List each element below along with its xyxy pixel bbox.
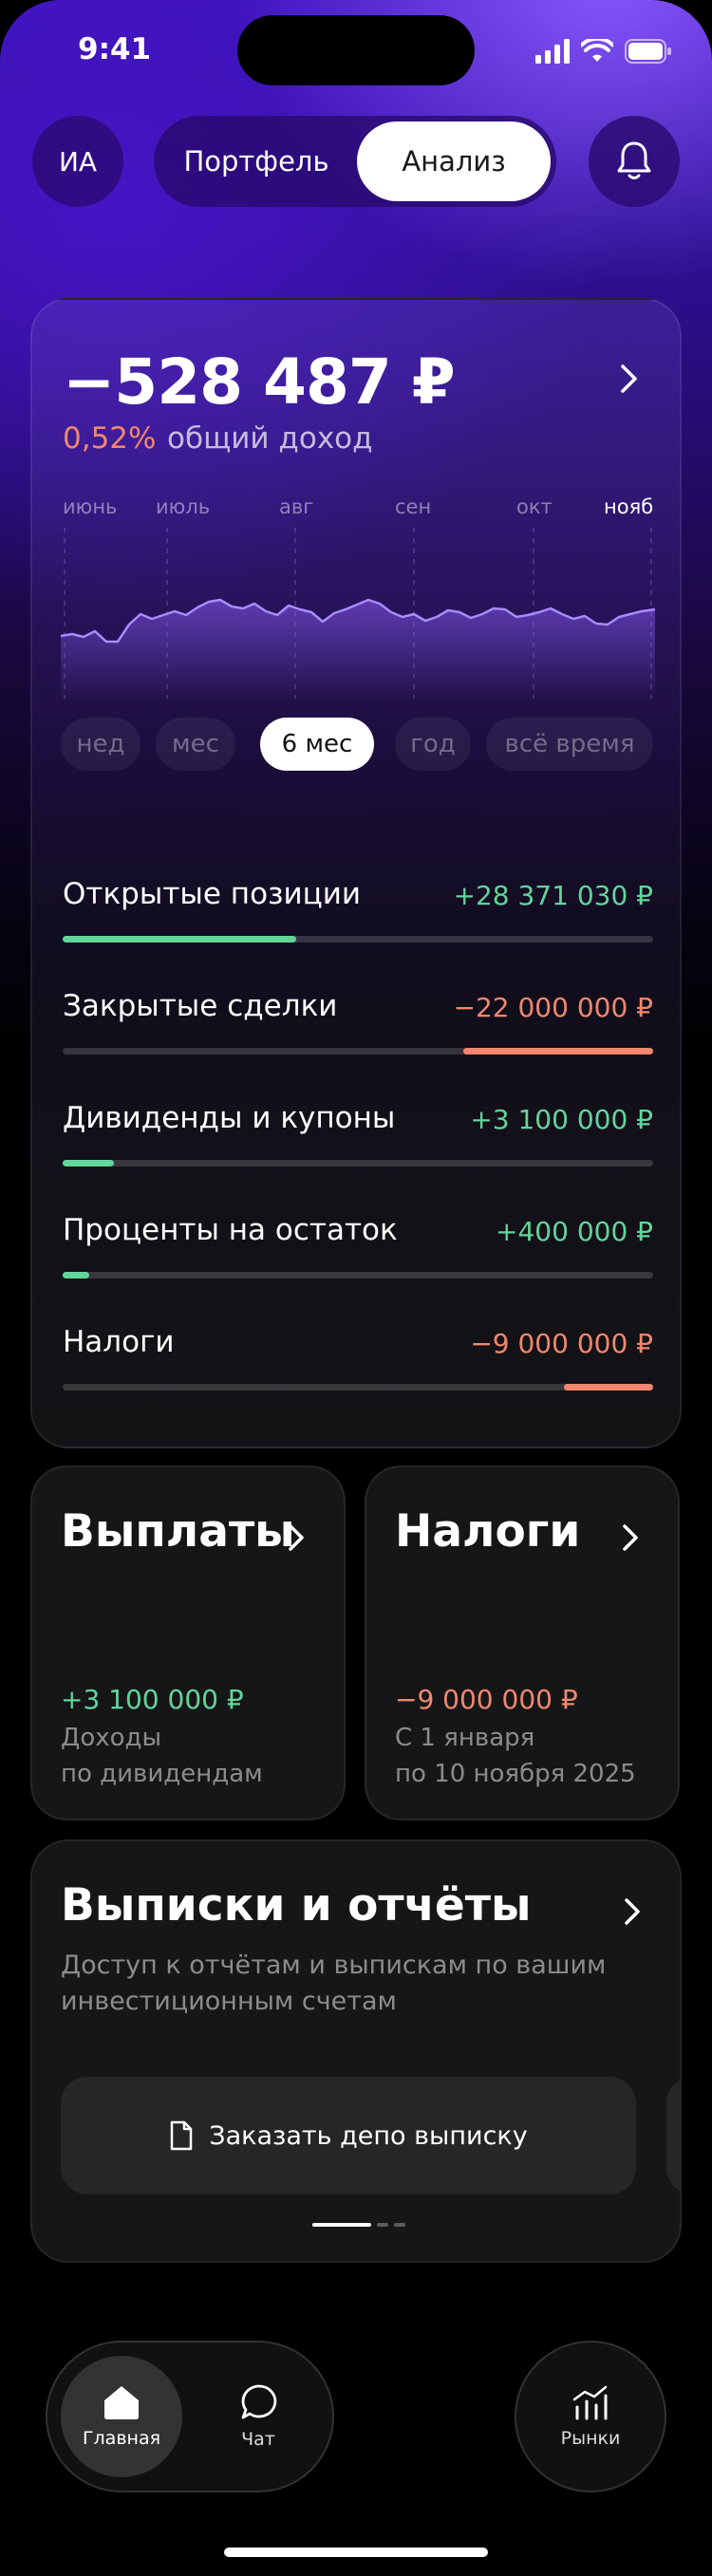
metric-bar-track (63, 1048, 653, 1055)
pagination-dot (394, 2223, 405, 2227)
tab-analysis[interactable]: Анализ (357, 121, 551, 201)
income-percent-label: общий доход (167, 421, 373, 456)
order-button-label: Заказать депо выписку (209, 2120, 528, 2151)
segmented-control: Портфель Анализ (154, 116, 556, 207)
metric-value: +3 100 000 ₽ (470, 1104, 653, 1135)
metric-value: +400 000 ₽ (496, 1216, 653, 1247)
metric-bar-fill (63, 936, 296, 943)
reports-description: Доступ к отчётам и выпискам по вашим инв… (61, 1951, 607, 2016)
tab-chat[interactable]: Чат (197, 2356, 319, 2477)
metric-closed-deals[interactable]: Закрытые сделки −22 000 000 ₽ (63, 989, 653, 1065)
status-time: 9:41 (78, 32, 152, 66)
payouts-amount: +3 100 000 ₽ (61, 1684, 244, 1715)
taxes-subtitle-line: по 10 ноября 2025 (395, 1760, 636, 1788)
next-action-card-peek[interactable] (666, 2077, 680, 2194)
metric-taxes[interactable]: Налоги −9 000 000 ₽ (63, 1325, 653, 1401)
taxes-title: Налоги (395, 1505, 581, 1558)
chevron-right-icon[interactable] (623, 1896, 642, 1927)
income-percent: 0,52% (63, 421, 157, 456)
metric-label: Дивиденды и купоны (63, 1101, 396, 1135)
metric-bar-track (63, 1160, 653, 1167)
status-icons (535, 34, 672, 68)
chart-month-label: июль (156, 495, 210, 518)
chevron-right-icon (623, 1524, 638, 1551)
metric-bar-fill (463, 1048, 653, 1055)
chart-month-label: окт (516, 495, 553, 518)
notifications-button[interactable] (589, 116, 680, 207)
reports-card: Выписки и отчёты Доступ к отчётам и выпи… (30, 1839, 682, 2263)
order-depo-statement-button[interactable]: Заказать депо выписку (61, 2077, 636, 2194)
metric-open-positions[interactable]: Открытые позиции +28 371 030 ₽ (63, 877, 653, 953)
income-summary-card: −528 487 ₽ 0,52% общий доход июнь июль а… (30, 298, 682, 1448)
metric-bar-fill (63, 1160, 114, 1167)
avatar-initials: ИА (58, 145, 98, 177)
home-indicator[interactable] (224, 2548, 488, 2557)
metric-bar-track (63, 1272, 653, 1279)
app-screen: 9:41 ИА Портфель Анализ −528 487 ₽ 0,52%… (0, 0, 712, 2576)
metric-dividends-coupons[interactable]: Дивиденды и купоны +3 100 000 ₽ (63, 1101, 653, 1177)
metric-value: −9 000 000 ₽ (470, 1328, 653, 1359)
metric-bar-track (63, 1384, 653, 1391)
tab-bar: Главная Чат (46, 2341, 334, 2492)
chevron-right-icon[interactable] (619, 363, 640, 395)
payouts-title: Выплаты (61, 1505, 295, 1558)
payouts-subtitle: Доходы по дивидендам (61, 1720, 263, 1792)
wifi-icon (581, 39, 613, 62)
payouts-card[interactable]: Выплаты +3 100 000 ₽ Доходы по дивиденда… (30, 1465, 346, 1820)
dynamic-island (237, 15, 475, 85)
metric-interest-on-balance[interactable]: Проценты на остаток +400 000 ₽ (63, 1213, 653, 1289)
metric-bar-fill (63, 1272, 89, 1279)
chart-month-label-active: нояб (604, 495, 653, 518)
pagination-dot (377, 2223, 388, 2227)
chat-icon (241, 2384, 277, 2419)
chart-month-label: авг (279, 495, 313, 518)
taxes-subtitle-line: С 1 января (395, 1724, 535, 1752)
metric-value: −22 000 000 ₽ (453, 992, 654, 1023)
metric-label: Налоги (63, 1325, 175, 1359)
tab-chat-label: Чат (241, 2429, 275, 2450)
metric-bar-track (63, 936, 653, 943)
metric-label: Проценты на остаток (63, 1213, 398, 1247)
home-icon (104, 2386, 139, 2419)
tab-markets[interactable]: Рынки (515, 2341, 666, 2492)
period-month[interactable]: мес (156, 718, 235, 771)
payouts-subtitle-line: Доходы (61, 1724, 162, 1752)
metric-bar-fill (564, 1384, 653, 1391)
metric-label: Открытые позиции (63, 877, 362, 911)
avatar[interactable]: ИА (32, 116, 123, 207)
period-selector: нед мес 6 мес год всё время (61, 718, 653, 771)
total-income: −528 487 ₽ (63, 345, 456, 419)
chart-month-label: сен (395, 495, 431, 518)
tab-portfolio[interactable]: Портфель (159, 121, 353, 201)
carousel-pagination (312, 2223, 405, 2227)
period-6-months[interactable]: 6 мес (260, 718, 374, 771)
period-all-time[interactable]: всё время (486, 718, 653, 771)
battery-icon (625, 39, 671, 64)
tab-home-label: Главная (82, 2428, 161, 2449)
period-year[interactable]: год (395, 718, 471, 771)
tab-markets-label: Рынки (560, 2428, 621, 2449)
taxes-card[interactable]: Налоги −9 000 000 ₽ С 1 января по 10 ноя… (365, 1465, 680, 1820)
chevron-right-icon (289, 1524, 304, 1551)
income-chart[interactable]: июнь июль авг сен окт нояб (61, 490, 655, 699)
taxes-amount: −9 000 000 ₽ (395, 1684, 578, 1715)
bell-icon (617, 141, 651, 179)
reports-title: Выписки и отчёты (61, 1879, 532, 1932)
metric-label: Закрытые сделки (63, 989, 338, 1023)
metric-value: +28 371 030 ₽ (453, 880, 654, 911)
period-week[interactable]: нед (61, 718, 141, 771)
pagination-dot-active (312, 2223, 371, 2227)
tab-home[interactable]: Главная (61, 2356, 182, 2477)
document-icon (171, 2120, 193, 2151)
payouts-subtitle-line: по дивидендам (61, 1760, 263, 1788)
chart-month-label: июнь (63, 495, 117, 518)
signal-icon (535, 39, 570, 64)
taxes-subtitle: С 1 января по 10 ноября 2025 (395, 1720, 636, 1792)
markets-chart-icon (572, 2385, 608, 2420)
